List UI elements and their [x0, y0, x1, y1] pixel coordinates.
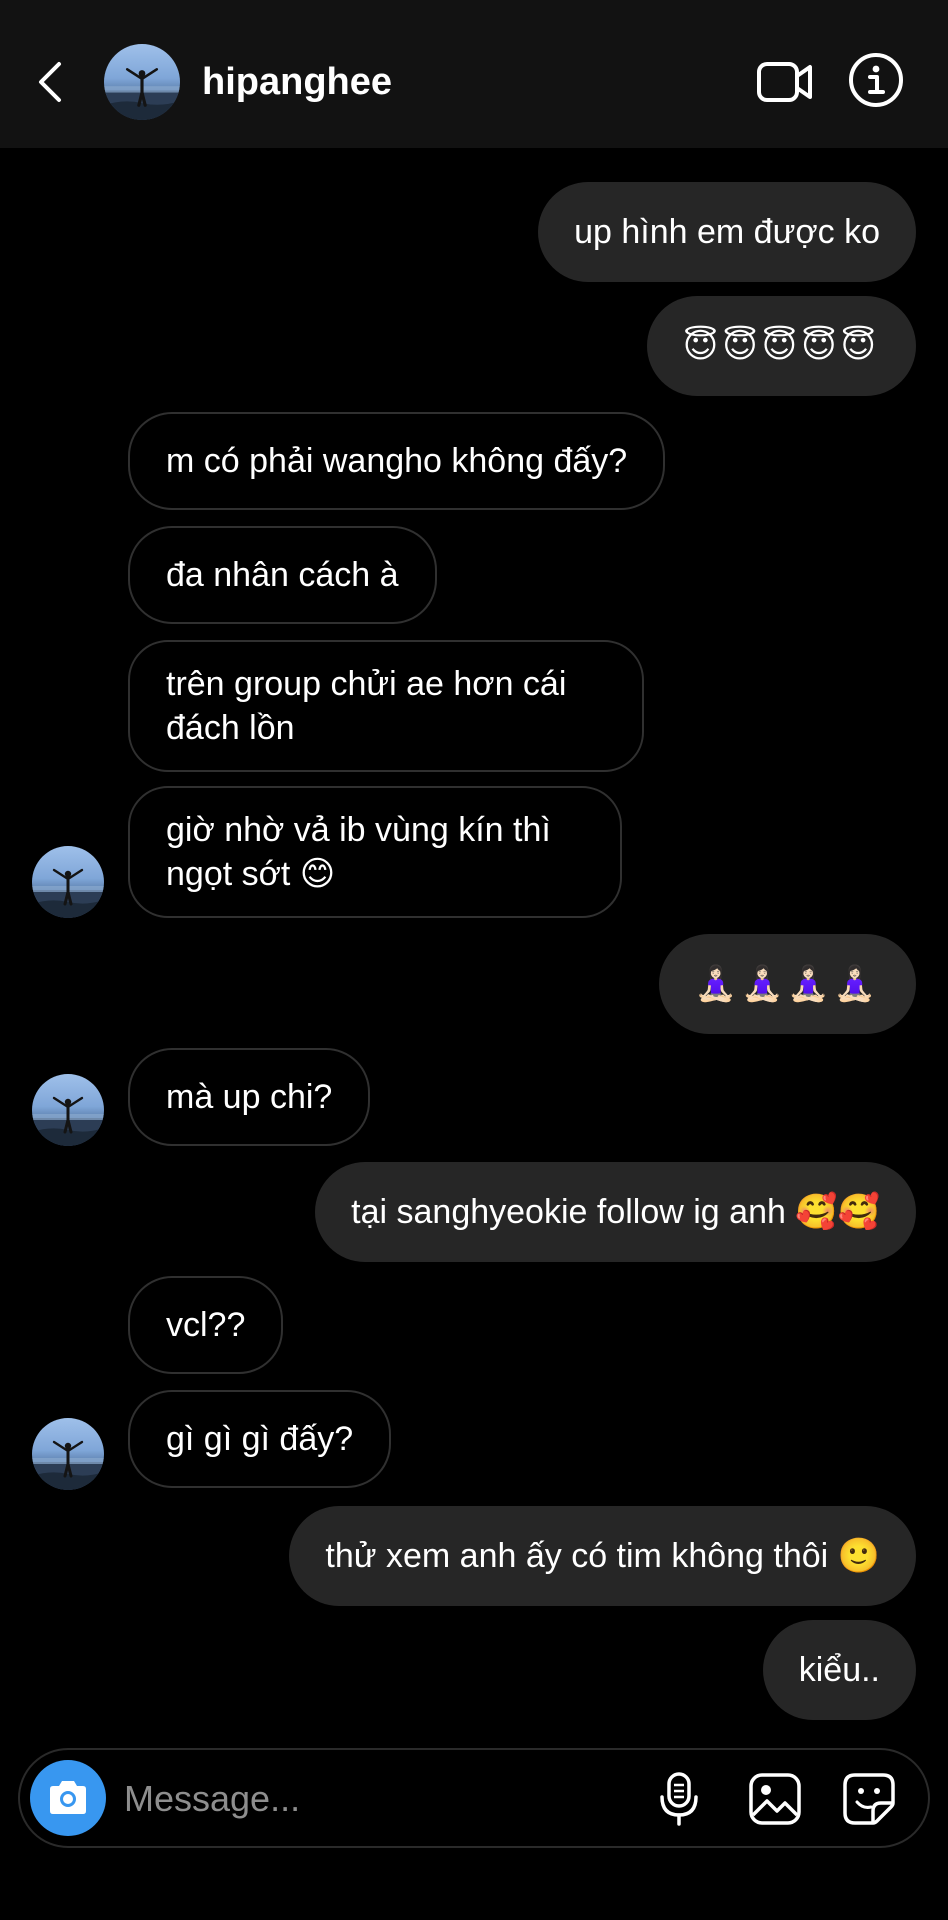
- message-text: đa nhân cách à: [166, 556, 399, 594]
- avatar[interactable]: [104, 44, 180, 120]
- back-button[interactable]: [30, 52, 70, 112]
- message-text: gì gì gì đấy?: [166, 1420, 354, 1458]
- microphone-button[interactable]: [650, 1770, 708, 1828]
- message-bubble-received[interactable]: vcl??: [128, 1276, 284, 1374]
- message-bubble-sent[interactable]: thử xem anh ấy có tim không thôi 🙂: [289, 1506, 916, 1606]
- message-input[interactable]: [124, 1772, 624, 1826]
- gallery-button[interactable]: [746, 1770, 804, 1828]
- message-text: 🧘🏻‍♀️🧘🏻‍♀️🧘🏻‍♀️🧘🏻‍♀️: [694, 965, 880, 1003]
- avatar[interactable]: [32, 1418, 104, 1490]
- chat-username[interactable]: hipanghee: [202, 58, 392, 106]
- video-camera-icon: [757, 62, 812, 102]
- message-text: m có phải wangho không đấy?: [166, 442, 628, 480]
- message-composer: [18, 1748, 930, 1848]
- message-text: up hình em được ko: [574, 213, 880, 251]
- chat-header: hipanghee: [0, 0, 948, 148]
- sticker-button[interactable]: [840, 1770, 898, 1828]
- microphone-icon: [660, 1772, 698, 1826]
- message-list[interactable]: up hình em được ko 😇😇😇😇😇 m có phải wangh…: [0, 148, 948, 1728]
- message-bubble-sent[interactable]: up hình em được ko: [538, 182, 916, 282]
- message-bubble-received[interactable]: trên group chửi ae hơn cái đách lồn: [128, 640, 644, 772]
- avatar[interactable]: [32, 846, 104, 918]
- camera-icon: [50, 1781, 86, 1814]
- message-bubble-received[interactable]: giờ nhờ vả ib vùng kín thì ngọt sớt 😊: [128, 786, 622, 918]
- message-text: tại sanghyeokie follow ig anh 🥰🥰: [351, 1193, 880, 1231]
- info-icon: [849, 53, 903, 107]
- message-text: mà up chi?: [166, 1078, 333, 1116]
- message-bubble-sent[interactable]: tại sanghyeokie follow ig anh 🥰🥰: [315, 1162, 916, 1262]
- message-bubble-received[interactable]: m có phải wangho không đấy?: [128, 412, 666, 510]
- chevron-left-icon: [39, 62, 61, 102]
- message-bubble-sent[interactable]: kiểu..: [762, 1620, 916, 1720]
- avatar[interactable]: [32, 1074, 104, 1146]
- sticker-icon: [843, 1773, 895, 1825]
- video-call-button[interactable]: [756, 56, 814, 108]
- message-bubble-sent[interactable]: 😇😇😇😇😇: [646, 296, 916, 396]
- message-text: thử xem anh ấy có tim không thôi 🙂: [325, 1537, 880, 1575]
- image-gallery-icon: [749, 1773, 801, 1825]
- message-text: vcl??: [166, 1306, 246, 1344]
- message-text: trên group chửi ae hơn cái đách lồn: [166, 665, 567, 747]
- message-bubble-received[interactable]: mà up chi?: [128, 1048, 371, 1146]
- message-bubble-received[interactable]: đa nhân cách à: [128, 526, 437, 624]
- message-bubble-received[interactable]: gì gì gì đấy?: [128, 1390, 392, 1488]
- message-text: 😇😇😇😇😇: [682, 327, 880, 365]
- message-text: giờ nhờ vả ib vùng kín thì ngọt sớt 😊: [166, 811, 551, 893]
- message-bubble-sent[interactable]: 🧘🏻‍♀️🧘🏻‍♀️🧘🏻‍♀️🧘🏻‍♀️: [658, 934, 916, 1034]
- message-text: kiểu..: [798, 1651, 880, 1689]
- camera-button[interactable]: [30, 1760, 106, 1836]
- info-button[interactable]: [848, 52, 904, 108]
